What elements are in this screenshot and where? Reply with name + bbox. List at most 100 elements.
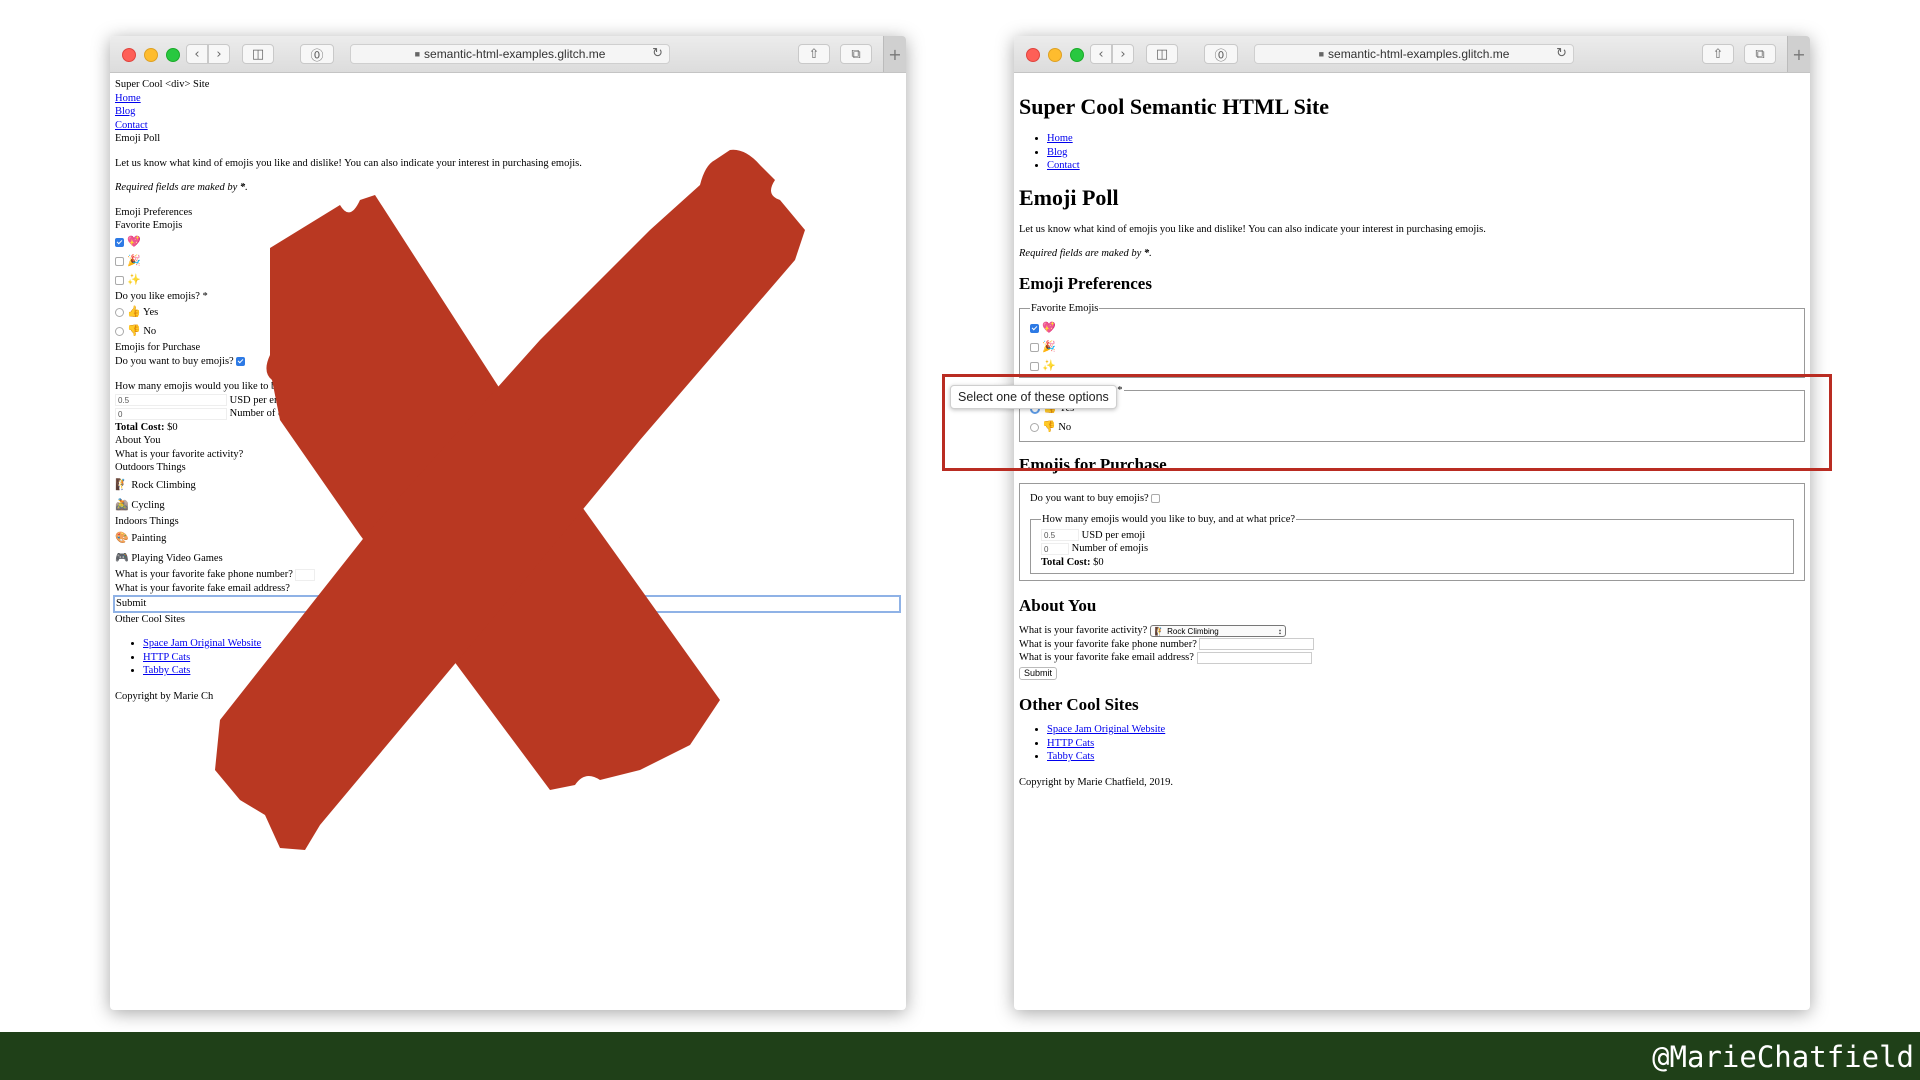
forward-button[interactable]: › — [1112, 44, 1134, 64]
activity-question: What is your favorite activity? — [1019, 625, 1148, 636]
phone-input[interactable] — [295, 568, 316, 581]
link-tabby-cats[interactable]: Tabby Cats — [143, 665, 190, 676]
sidebar-icon: ◫ — [1155, 46, 1169, 62]
price-row: 0.5 USD per emoji — [1041, 529, 1783, 543]
activity-option[interactable]: 🎮 Playing Video Games — [115, 548, 901, 568]
close-window-button[interactable] — [1026, 48, 1040, 62]
phone-input[interactable] — [1199, 638, 1315, 651]
no-label: No — [143, 326, 157, 337]
how-many-label: How many emojis would you like to buy, a… — [115, 381, 307, 392]
emoji-checkbox-2[interactable] — [115, 256, 124, 266]
no-radio[interactable] — [115, 327, 124, 337]
yes-radio[interactable] — [115, 308, 124, 318]
url-text: semantic-html-examples.glitch.me — [1328, 47, 1510, 61]
count-input[interactable]: 0 — [1041, 542, 1069, 555]
nav-link-blog[interactable]: Blog — [115, 105, 901, 119]
price-row: 0.5 USD per emoji — [115, 394, 901, 408]
share-button[interactable]: ⇧ — [798, 44, 830, 64]
privacy-shield-icon: ⓪ — [1214, 48, 1228, 64]
no-option[interactable]: 👎 No — [115, 322, 901, 341]
submit-button[interactable]: Submit — [1019, 666, 1058, 680]
price-input[interactable]: 0.5 — [1041, 529, 1079, 542]
privacy-report-button[interactable]: ⓪ — [300, 44, 334, 64]
activity-option[interactable]: 🧗 Rock Climbing — [115, 475, 901, 495]
nav-link-home[interactable]: Home — [115, 92, 901, 106]
nav-link-contact[interactable]: Contact — [1047, 160, 1080, 171]
activity-option[interactable]: 🚵 Cycling — [115, 495, 901, 515]
zoom-window-button[interactable] — [166, 48, 180, 62]
site-title: Super Cool <div> Site — [115, 79, 210, 90]
count-unit: Number of emojis — [1071, 543, 1149, 554]
minimize-window-button[interactable] — [1048, 48, 1062, 62]
share-button[interactable]: ⇧ — [1702, 44, 1734, 64]
address-bar[interactable]: ■ semantic-html-examples.glitch.me ↻ — [1254, 44, 1574, 64]
activity-label: Rock Climbing — [131, 479, 196, 491]
emoji-checkbox-3[interactable] — [115, 275, 124, 285]
forward-button[interactable]: › — [208, 44, 230, 64]
nav-link-blog[interactable]: Blog — [1047, 147, 1067, 158]
total-cost: Total Cost: $0 — [1041, 556, 1104, 568]
emoji-checkbox-1[interactable] — [1030, 324, 1039, 334]
link-space-jam[interactable]: Space Jam Original Website — [1047, 724, 1165, 735]
emoji-checkbox-row[interactable]: 🎉 — [1030, 338, 1794, 357]
footer-bar: @MarieChatfield — [0, 1032, 1920, 1080]
email-input[interactable] — [1196, 651, 1312, 664]
tab-overview-button[interactable]: ⧉ — [1744, 44, 1776, 64]
url-text: semantic-html-examples.glitch.me — [424, 47, 606, 61]
copyright: Copyright by Marie Chatfield, 2019. — [1019, 776, 1173, 788]
chevron-right-icon: › — [216, 46, 222, 62]
link-space-jam[interactable]: Space Jam Original Website — [143, 638, 261, 649]
new-tab-button[interactable]: + — [1787, 36, 1810, 72]
other-sites-heading: Other Cool Sites — [1019, 695, 1139, 714]
emoji-checkbox-1[interactable] — [115, 237, 124, 247]
privacy-report-button[interactable]: ⓪ — [1204, 44, 1238, 64]
buy-checkbox[interactable] — [1151, 493, 1161, 503]
favorite-emojis-legend: Favorite Emojis — [1031, 302, 1099, 314]
nav-link-contact[interactable]: Contact — [115, 119, 901, 133]
link-tabby-cats[interactable]: Tabby Cats — [1047, 751, 1094, 762]
back-button[interactable]: ‹ — [1090, 44, 1112, 64]
yes-option[interactable]: 👍 Yes — [115, 303, 901, 322]
price-input[interactable]: 0.5 — [115, 394, 227, 407]
nav-link-home[interactable]: Home — [1047, 133, 1073, 144]
address-bar[interactable]: ■ semantic-html-examples.glitch.me ↻ — [350, 44, 670, 64]
submit-div-button[interactable]: Submit — [113, 595, 901, 613]
site-nav: Home Blog Contact — [1019, 132, 1805, 173]
emoji-checkbox-row[interactable]: 🎉 — [115, 252, 901, 271]
count-input[interactable]: 0 — [115, 407, 227, 420]
activity-option[interactable]: 🎨 Painting — [115, 528, 901, 548]
list-item: Space Jam Original Website — [143, 637, 901, 651]
back-button[interactable]: ‹ — [186, 44, 208, 64]
emoji-checkbox-row[interactable]: 💖 — [1030, 319, 1794, 338]
activity-select[interactable]: 🧗 Rock Climbing — [1149, 624, 1286, 637]
buy-checkbox[interactable] — [236, 356, 246, 366]
emoji-checkbox-2[interactable] — [1030, 343, 1039, 353]
about-heading: About You — [115, 435, 161, 446]
emoji-checkbox-3[interactable] — [1030, 362, 1039, 372]
close-window-button[interactable] — [122, 48, 136, 62]
list-item: Space Jam Original Website — [1047, 723, 1805, 737]
browser-toolbar: ‹ › ◫ ⓪ ■ semantic-html-examples.glitch.… — [1014, 36, 1810, 73]
count-row: 0 Number of emojis — [1041, 542, 1783, 556]
tab-overview-button[interactable]: ⧉ — [840, 44, 872, 64]
sidebar-button[interactable]: ◫ — [242, 44, 274, 64]
purchase-fieldset: Do you want to buy emojis? How many emoj… — [1019, 482, 1805, 581]
new-tab-button[interactable]: + — [883, 36, 906, 72]
price-unit: USD per emoji — [229, 394, 294, 406]
link-http-cats[interactable]: HTTP Cats — [143, 652, 190, 663]
zoom-window-button[interactable] — [1070, 48, 1084, 62]
minimize-window-button[interactable] — [144, 48, 158, 62]
reload-icon[interactable]: ↻ — [1556, 46, 1567, 61]
emoji-checkbox-row[interactable]: ✨ — [115, 271, 901, 290]
phone-row: What is your favorite fake phone number? — [115, 568, 901, 582]
emoji-checkbox-row[interactable]: 💖 — [115, 233, 901, 252]
copyright: Copyright by Marie Ch — [115, 690, 214, 702]
thumbs-down-icon: 👎 — [127, 324, 141, 337]
sparkles-icon: ✨ — [1042, 359, 1056, 372]
reload-icon[interactable]: ↻ — [652, 46, 663, 61]
yes-label: Yes — [142, 307, 159, 318]
sidebar-button[interactable]: ◫ — [1146, 44, 1178, 64]
buy-question: Do you want to buy emojis? — [1030, 492, 1149, 504]
price-unit: USD per emoji — [1081, 529, 1146, 541]
link-http-cats[interactable]: HTTP Cats — [1047, 738, 1094, 749]
